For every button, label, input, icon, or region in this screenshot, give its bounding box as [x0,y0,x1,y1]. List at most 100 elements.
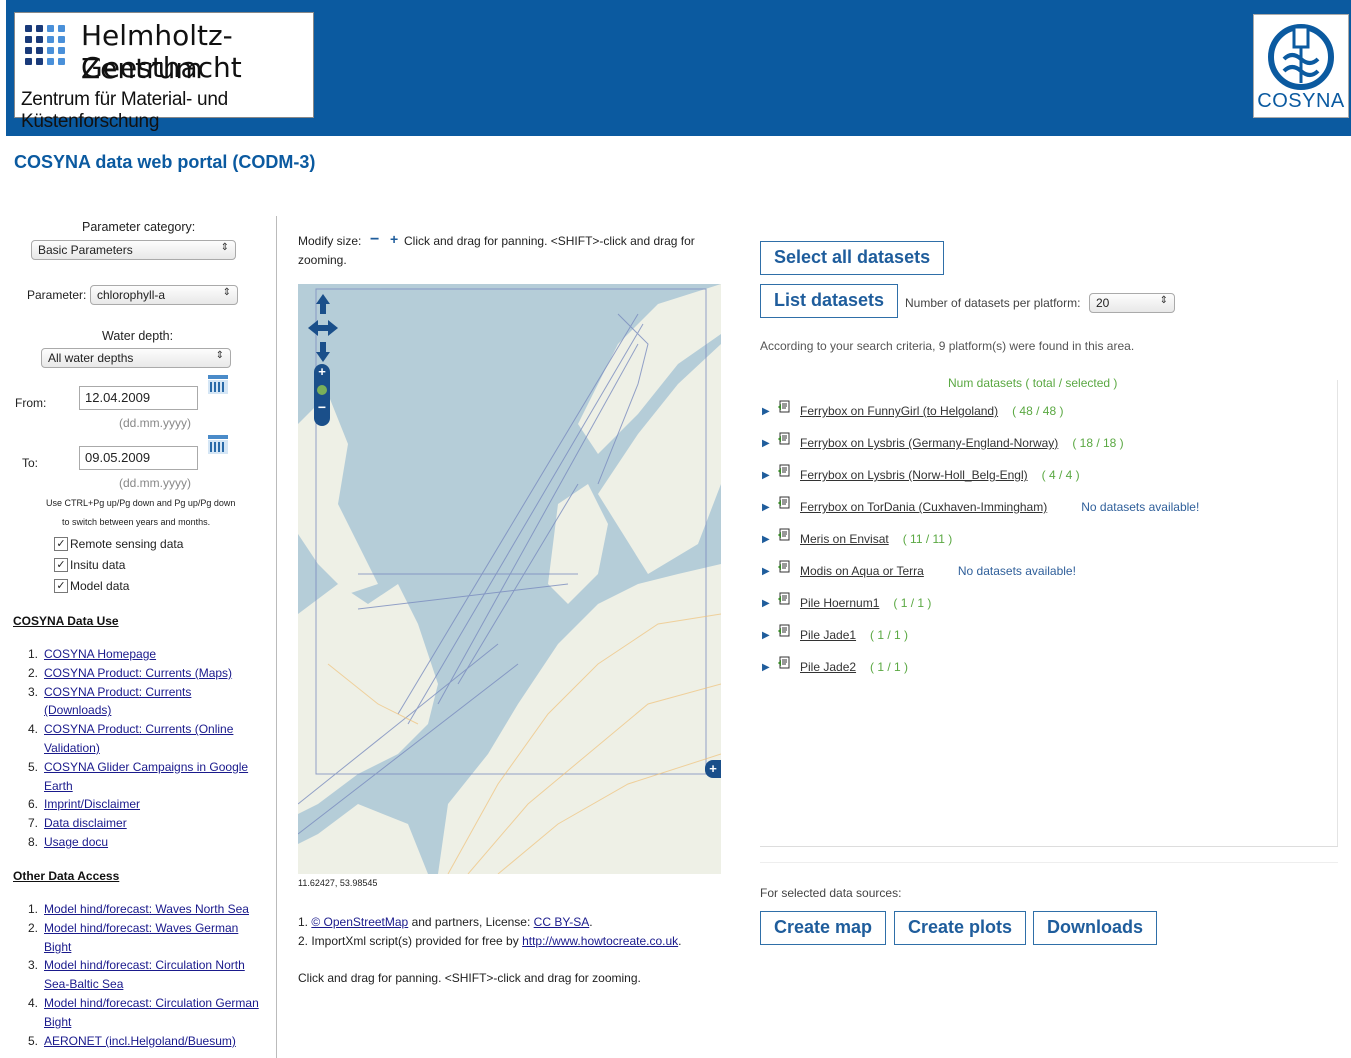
water-depth-label: Water depth: [102,329,174,343]
expand-triangle-icon[interactable]: ▶ [762,502,778,513]
water-depth-value: All water depths [48,351,134,365]
other-access-link[interactable]: AERONET (incl.Helgoland/Buesum) [44,1032,236,1051]
from-date-input[interactable]: 12.04.2009 [79,386,198,410]
map-help-1: Click and drag for panning. <SHIFT>-clic… [404,234,695,248]
data-use-link[interactable]: COSYNA Product: Currents (Downloads) [44,683,191,721]
document-icon[interactable] [778,496,792,510]
zoom-out-icon[interactable]: − [314,400,330,414]
document-icon[interactable] [778,528,792,542]
list-item: 5. AERONET (incl.Helgoland/Buesum) [24,1032,269,1051]
map-canvas[interactable]: + − [298,284,721,874]
platform-link[interactable]: Ferrybox on Lysbris (Germany-England-Nor… [800,436,1058,450]
expand-triangle-icon[interactable]: ▶ [762,406,778,417]
shrink-map-button[interactable]: − [370,231,379,249]
map-footer-help: Click and drag for panning. <SHIFT>-clic… [298,971,641,985]
document-icon[interactable] [778,560,792,574]
checkbox-checked-icon[interactable]: ✓ [54,558,68,572]
calendar-icon[interactable] [207,434,229,456]
checkbox-insitu[interactable]: ✓ Insitu data [54,558,125,572]
document-icon[interactable] [778,624,792,638]
expand-triangle-icon[interactable]: ▶ [762,630,778,641]
expand-triangle-icon[interactable]: ▶ [762,470,778,481]
other-access-link[interactable]: Model hind/forecast: Circulation German B… [44,994,259,1032]
platform-link[interactable]: Pile Jade1 [800,628,856,642]
document-icon[interactable] [778,656,792,670]
data-use-link[interactable]: Imprint/Disclaimer [44,795,140,814]
create-map-button[interactable]: Create map [760,911,887,945]
checkbox-checked-icon[interactable]: ✓ [54,537,68,551]
data-use-link[interactable]: COSYNA Product: Currents (Online Validati… [44,720,233,758]
expand-triangle-icon[interactable]: ▶ [762,534,778,545]
to-date-input[interactable]: 09.05.2009 [79,446,198,470]
other-access-link[interactable]: Model hind/forecast: Waves German Bight [44,919,238,957]
document-icon[interactable] [778,432,792,446]
from-label: From: [15,396,47,410]
document-icon[interactable] [778,400,792,414]
platform-link[interactable]: Modis on Aqua or Terra [800,564,924,578]
data-use-link[interactable]: Usage docu [44,833,108,852]
expand-triangle-icon[interactable]: ▶ [762,438,778,449]
expand-triangle-icon[interactable]: ▶ [762,662,778,673]
cosyna-logo[interactable]: COSYNA [1253,14,1349,118]
list-item: 2. COSYNA Product: Currents (Maps) [24,664,269,683]
platform-row: ▶ Pile Jade2 ( 1 / 1 ) [762,656,908,674]
hzg-logo[interactable]: Helmholtz-Zentrum Geesthacht Zentrum für… [14,12,314,132]
enlarge-map-button[interactable]: + [390,231,398,247]
list-number: 3. [27,958,38,973]
other-access-link[interactable]: Model hind/forecast: Waves North Sea [44,900,249,919]
checkbox-model[interactable]: ✓ Model data [54,579,129,593]
parameter-value: chlorophyll-a [97,288,166,302]
pan-arrows-icon [308,294,338,362]
site-header: Helmholtz-Zentrum Geesthacht Zentrum für… [6,0,1351,136]
platform-row: ▶ Modis on Aqua or Terra No datasets avail… [762,560,1076,578]
list-number: 1. [27,902,38,916]
globe-icon[interactable] [317,385,327,395]
downloads-button[interactable]: Downloads [1033,911,1158,945]
platform-link[interactable]: Meris on Envisat [800,532,889,546]
other-access-link[interactable]: Model hind/forecast: Circulation North Se… [44,956,245,994]
layer-switcher-icon[interactable]: + [705,760,721,778]
param-category-value: Basic Parameters [38,243,133,257]
pan-control[interactable] [306,292,340,364]
create-plots-button[interactable]: Create plots [894,911,1027,945]
platform-link[interactable]: Ferrybox on TorDania (Cuxhaven-Immingham… [800,500,1047,514]
checkbox-checked-icon[interactable]: ✓ [54,579,68,593]
osm-link[interactable]: © OpenStreetMap [311,915,408,929]
list-number: 5. [27,759,38,774]
expand-triangle-icon[interactable]: ▶ [762,566,778,577]
parameter-label: Parameter: [27,288,87,302]
data-use-link[interactable]: Data disclaimer [44,814,127,833]
checkbox-remote-sensing[interactable]: ✓ Remote sensing data [54,537,183,551]
link-text: Bight [44,1014,72,1029]
parameter-select[interactable]: chlorophyll-a ⇕ [90,285,238,305]
platform-link[interactable]: Pile Hoernum1 [800,596,879,610]
document-icon[interactable] [778,464,792,478]
dataset-count: ( 18 / 18 ) [1072,436,1124,450]
data-use-link[interactable]: COSYNA Homepage [44,645,156,664]
link-text: Earth [44,778,73,793]
link-text: Data disclaimer [44,816,127,831]
platform-row: ▶ Ferrybox on Lysbris (Norw-Holl_Belg-Eng… [762,464,1080,482]
platform-link[interactable]: Ferrybox on Lysbris (Norw-Holl_Belg-Engl… [800,468,1028,482]
link-text: COSYNA Glider Campaigns in Google [44,759,249,774]
select-all-datasets-button[interactable]: Select all datasets [760,241,945,275]
list-datasets-button[interactable]: List datasets [760,284,899,318]
list-number: 6. [27,797,38,812]
data-use-link[interactable]: COSYNA Product: Currents (Maps) [44,664,232,683]
list-number: 8. [27,834,38,849]
checkbox-label: Model data [70,579,130,593]
platform-link[interactable]: Pile Jade2 [800,660,856,674]
platform-link[interactable]: Ferrybox on FunnyGirl (to Helgoland) [800,404,998,418]
expand-triangle-icon[interactable]: ▶ [762,598,778,609]
zoom-bar[interactable]: + − [314,364,330,426]
howtocreate-link[interactable]: http://www.howtocreate.co.uk [522,934,678,948]
water-depth-select[interactable]: All water depths ⇕ [41,348,231,368]
license-link[interactable]: CC BY-SA [534,915,590,929]
document-icon[interactable] [778,592,792,606]
param-category-select[interactable]: Basic Parameters ⇕ [31,240,236,260]
list-number: 4. [27,995,38,1010]
calendar-icon[interactable] [207,374,229,396]
per-platform-select[interactable]: 20 ⇕ [1089,293,1175,313]
data-use-link[interactable]: COSYNA Glider Campaigns in Google Earth [44,758,248,796]
zoom-in-icon[interactable]: + [314,364,330,380]
